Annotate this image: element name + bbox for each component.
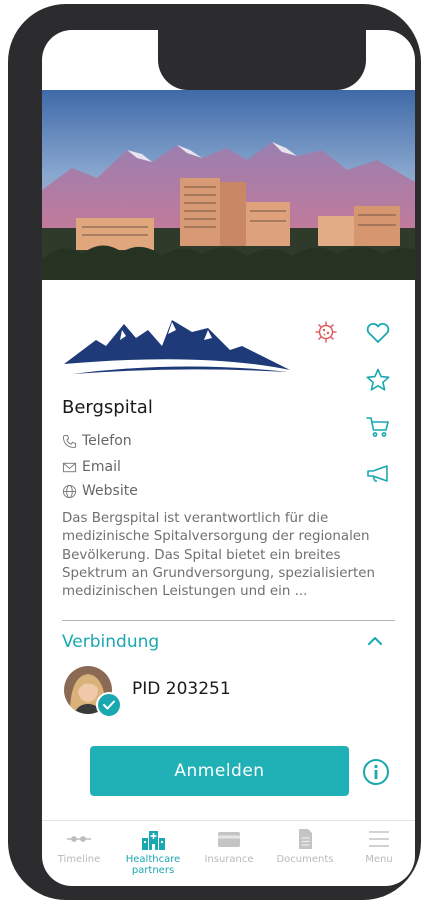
phone-link[interactable]: Telefon — [62, 433, 132, 449]
website-label: Website — [82, 483, 138, 499]
tab-timeline[interactable]: Timeline — [42, 828, 116, 865]
tab-documents[interactable]: Documents — [268, 828, 342, 865]
chevron-up-icon[interactable] — [366, 634, 384, 648]
card-icon — [218, 832, 240, 847]
phone-notch — [158, 30, 366, 90]
connection-title[interactable]: Verbindung — [62, 632, 159, 652]
tab-bar-divider — [42, 820, 415, 821]
website-link[interactable]: Website — [62, 483, 138, 499]
menu-icon — [369, 831, 389, 847]
hospital-description: Das Bergspital ist verantwortlich für di… — [62, 511, 375, 600]
timeline-icon — [67, 836, 91, 842]
section-divider — [62, 620, 395, 621]
phone-frame: Bergspital Telefon Email Website Das Ber… — [8, 4, 421, 900]
megaphone-icon[interactable] — [365, 461, 391, 487]
tab-insurance[interactable]: Insurance — [192, 828, 266, 865]
document-icon — [299, 829, 312, 849]
hospital-name: Bergspital — [62, 397, 153, 418]
tab-label-insurance: Insurance — [204, 854, 254, 865]
heart-icon[interactable] — [365, 320, 391, 346]
email-link[interactable]: Email — [62, 459, 121, 475]
hospital-icon — [142, 831, 165, 850]
side-actions — [365, 320, 391, 508]
tab-label-timeline: Timeline — [57, 854, 101, 865]
email-label: Email — [82, 459, 121, 475]
tab-label-documents: Documents — [276, 854, 334, 865]
tab-label-healthcare-partners: Healthcare partners — [125, 854, 181, 876]
virus-icon[interactable] — [314, 320, 338, 344]
info-icon[interactable] — [362, 758, 390, 786]
tab-menu[interactable]: Menu — [342, 828, 415, 865]
hospital-logo — [64, 320, 290, 374]
verified-badge — [96, 692, 122, 718]
phone-icon — [62, 434, 77, 448]
star-icon[interactable] — [365, 367, 391, 393]
phone-label: Telefon — [82, 433, 132, 449]
tab-healthcare-partners[interactable]: Healthcare partners — [116, 828, 190, 876]
mail-icon — [62, 462, 77, 472]
globe-icon — [62, 484, 77, 498]
tab-label-menu: Menu — [365, 854, 393, 865]
cart-icon[interactable] — [365, 414, 391, 440]
login-button[interactable]: Anmelden — [90, 746, 349, 796]
hospital-photo — [42, 90, 415, 280]
check-icon — [103, 700, 115, 710]
patient-id: PID 203251 — [132, 679, 231, 699]
app-screen: Bergspital Telefon Email Website Das Ber… — [42, 30, 415, 886]
